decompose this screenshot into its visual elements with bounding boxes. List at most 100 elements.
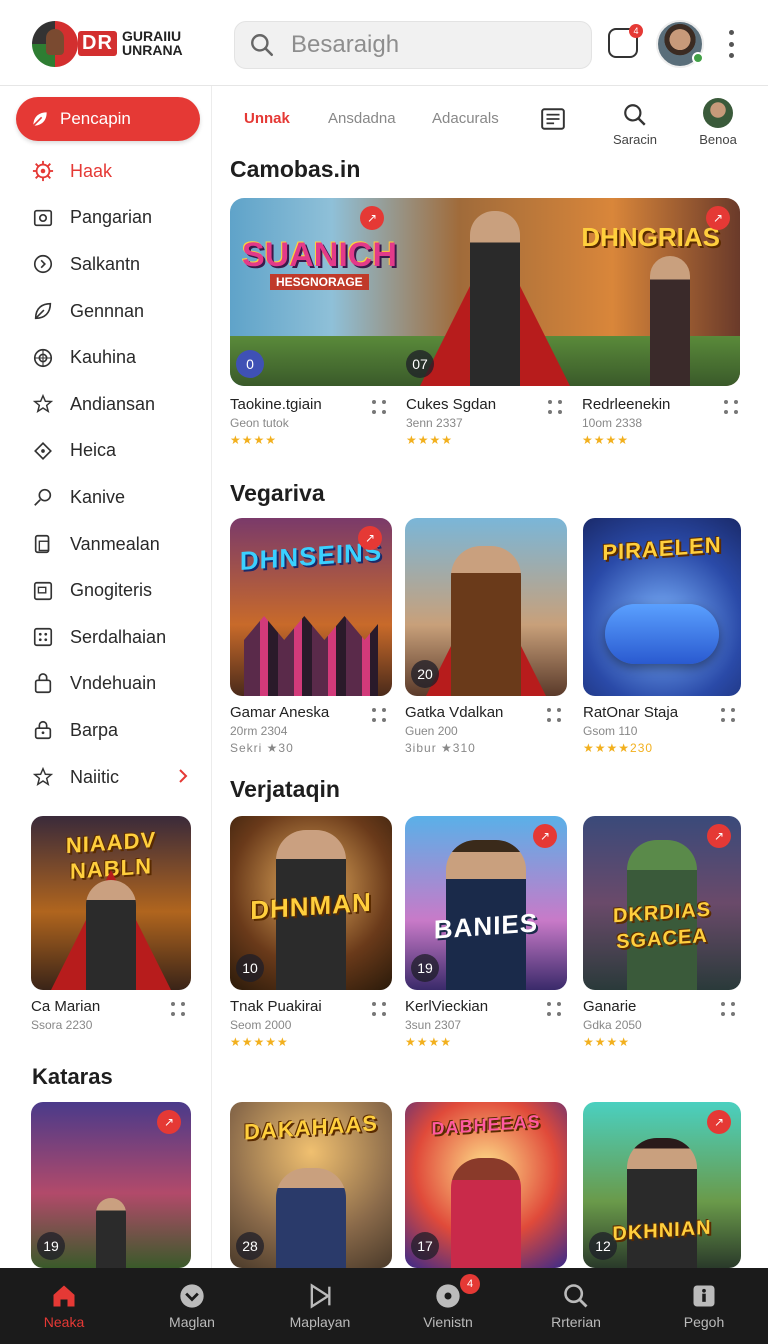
hero-figure-art — [470, 211, 520, 386]
hot-badge-icon: ↗ — [707, 824, 731, 848]
bottom-nav-maplayan[interactable]: Maplayan — [256, 1268, 384, 1344]
game-thumbnail[interactable]: DHNSEINS ↗ — [230, 518, 392, 696]
tab-search[interactable]: Saracin — [608, 102, 662, 147]
bottom-nav-maglan[interactable]: Maglan — [128, 1268, 256, 1344]
game-card[interactable]: 20 Gatka Vdalkan Guen 200 3ibur ★310 — [405, 518, 567, 755]
game-art-title: DKRDIAS SGACEA — [612, 898, 712, 953]
sidebar-item-kauhina[interactable]: Kauhina — [0, 334, 212, 381]
chevron-circle-icon — [180, 1284, 204, 1308]
featured-meta[interactable]: Taokine.tgiain Geon tutok ★★★★ — [230, 396, 392, 447]
more-options-icon[interactable] — [372, 1002, 388, 1018]
game-subtitle: Gsom 110 — [583, 724, 638, 738]
tab-profile[interactable]: Benoa — [694, 98, 742, 147]
sidebar-item-salkantn[interactable]: Salkantn — [0, 241, 212, 288]
sidebar-item-naiitic[interactable]: Naiitic — [0, 754, 212, 801]
bottom-nav-vienistn[interactable]: 4 Vienistn — [384, 1268, 512, 1344]
featured-meta[interactable]: Redrleenekin 10om 2338 ★★★★ — [582, 396, 744, 447]
more-options-icon[interactable] — [721, 1002, 737, 1018]
rank-badge: 0 — [236, 350, 264, 378]
game-card[interactable]: DAKAHAAS 28 — [230, 1102, 392, 1268]
bottom-nav-label: Rrterian — [551, 1314, 601, 1330]
banner-logo-sub: HESGNORAGE — [270, 274, 369, 290]
game-thumbnail[interactable]: PIRAELEN — [583, 518, 741, 696]
game-card[interactable]: DABHEEAS 17 — [405, 1102, 567, 1268]
logo-avatar-icon — [32, 21, 78, 67]
sidebar-item-andiansan[interactable]: Andiansan — [0, 381, 212, 428]
more-options-icon[interactable] — [724, 400, 740, 416]
rating-stars: 3ibur ★310 — [405, 741, 476, 755]
gamepad-icon — [605, 604, 719, 664]
sidebar-game-card[interactable]: ↗ 19 — [31, 1102, 191, 1268]
list-icon[interactable] — [540, 106, 566, 132]
tab-ansdadna[interactable]: Ansdadna — [328, 110, 396, 127]
more-menu-icon[interactable] — [726, 30, 736, 58]
game-card[interactable]: DKHNIAN ↗ 12 — [583, 1102, 741, 1268]
grid-icon — [33, 628, 53, 647]
more-options-icon[interactable] — [372, 400, 388, 416]
star-outline-icon — [32, 394, 54, 414]
game-subtitle: 10om 2338 — [582, 416, 643, 430]
featured-meta[interactable]: Cukes Sgdan 3enn 2337 ★★★★ — [406, 396, 568, 447]
game-card[interactable]: DHNMAN 10 Tnak Puakirai Seom 2000 ★★★★★ — [230, 816, 392, 1049]
sidebar-item-kanive[interactable]: Kanive — [0, 474, 212, 521]
game-thumbnail[interactable]: DHNMAN 10 — [230, 816, 392, 990]
sidebar-item-vndehuain[interactable]: Vndehuain — [0, 661, 212, 708]
sidebar-item-gnogiteris[interactable]: Gnogiteris — [0, 567, 212, 614]
game-title: Ca Marian — [31, 998, 101, 1015]
game-card[interactable]: BANIES ↗ 19 KerlVieckian 3sun 2307 ★★★★ — [405, 816, 567, 1049]
sidebar-item-serdalhaian[interactable]: Serdalhaian — [0, 614, 212, 661]
primary-cta-button[interactable]: Pencapin — [16, 97, 200, 141]
tab-unnak[interactable]: Unnak — [244, 110, 290, 127]
camera-icon — [33, 209, 53, 227]
rating-stars: ★★★★230 — [583, 741, 654, 755]
more-options-icon[interactable] — [721, 708, 737, 724]
game-thumbnail[interactable]: DABHEEAS 17 — [405, 1102, 567, 1268]
game-thumbnail[interactable]: BANIES ↗ 19 — [405, 816, 567, 990]
bottom-nav-home[interactable]: Neaka — [0, 1268, 128, 1344]
search-input[interactable] — [291, 31, 541, 59]
section-title: Vegariva — [230, 480, 325, 506]
bottom-nav-rrterian[interactable]: Rrterian — [512, 1268, 640, 1344]
sidebar-item-label: Gnogiteris — [70, 580, 153, 601]
game-title: Tnak Puakirai — [230, 998, 322, 1015]
sidebar-item-gennnan[interactable]: Gennnan — [0, 288, 212, 335]
diamond-icon — [34, 441, 52, 460]
sidebar-item-haak[interactable]: Haak — [0, 148, 212, 195]
notification-badge: 4 — [460, 1274, 480, 1294]
notification-icon[interactable]: 4 — [608, 24, 643, 58]
game-thumbnail[interactable]: 20 — [405, 518, 567, 696]
sidebar-item-heica[interactable]: Heica — [0, 428, 212, 475]
more-options-icon[interactable] — [171, 1002, 187, 1018]
more-options-icon[interactable] — [372, 708, 388, 724]
sidebar-item-pangarian[interactable]: Pangarian — [0, 195, 212, 242]
hero-figure-art — [276, 1168, 346, 1268]
more-options-icon[interactable] — [548, 400, 564, 416]
bag-icon — [34, 672, 52, 693]
game-title: KerlVieckian — [405, 998, 489, 1015]
game-card[interactable]: DHNSEINS ↗ Gamar Aneska 20rm 2304 Sekri … — [230, 518, 392, 755]
user-avatar[interactable] — [656, 20, 704, 68]
game-card[interactable]: DKRDIAS SGACEA ↗ Ganarie Gdka 2050 ★★★★ — [583, 816, 741, 1049]
game-subtitle: Ssora 2230 — [31, 1018, 93, 1032]
bottom-nav-label: Maplayan — [289, 1314, 351, 1330]
game-thumbnail[interactable]: NIAADV NABLN — [31, 816, 191, 990]
game-thumbnail[interactable]: DKHNIAN ↗ 12 — [583, 1102, 741, 1268]
sidebar-item-label: Serdalhaian — [70, 626, 167, 647]
more-options-icon[interactable] — [547, 1002, 563, 1018]
game-thumbnail[interactable]: ↗ 19 — [31, 1102, 191, 1268]
game-thumbnail[interactable]: DAKAHAAS 28 — [230, 1102, 392, 1268]
sidebar-item-barpa[interactable]: Barpa — [0, 707, 212, 754]
featured-banner[interactable]: SUANICH HESGNORAGE DHNGRIAS ↗ ↗ 0 07 — [230, 198, 740, 386]
sidebar-item-vanmealan[interactable]: Vanmealan — [0, 521, 212, 568]
sidebar-item-label: Vndehuain — [70, 673, 157, 694]
game-card[interactable]: PIRAELEN RatOnar Staja Gsom 110 ★★★★230 — [583, 518, 741, 755]
search-bar[interactable] — [234, 21, 592, 69]
sidebar-game-card[interactable]: NIAADV NABLN Ca Marian Ssora 2230 — [31, 816, 191, 1048]
game-thumbnail[interactable]: DKRDIAS SGACEA ↗ — [583, 816, 741, 990]
tab-adacurals[interactable]: Adacurals — [432, 110, 499, 127]
bottom-nav-pegoh[interactable]: Pegoh — [640, 1268, 768, 1344]
more-options-icon[interactable] — [547, 708, 563, 724]
app-logo[interactable]: DR GURAIIU UNRANA — [32, 21, 192, 67]
game-art-title: BANIES — [433, 907, 539, 946]
featured-meta-row: Taokine.tgiain Geon tutok ★★★★ Cukes Sgdan… — [230, 396, 740, 452]
